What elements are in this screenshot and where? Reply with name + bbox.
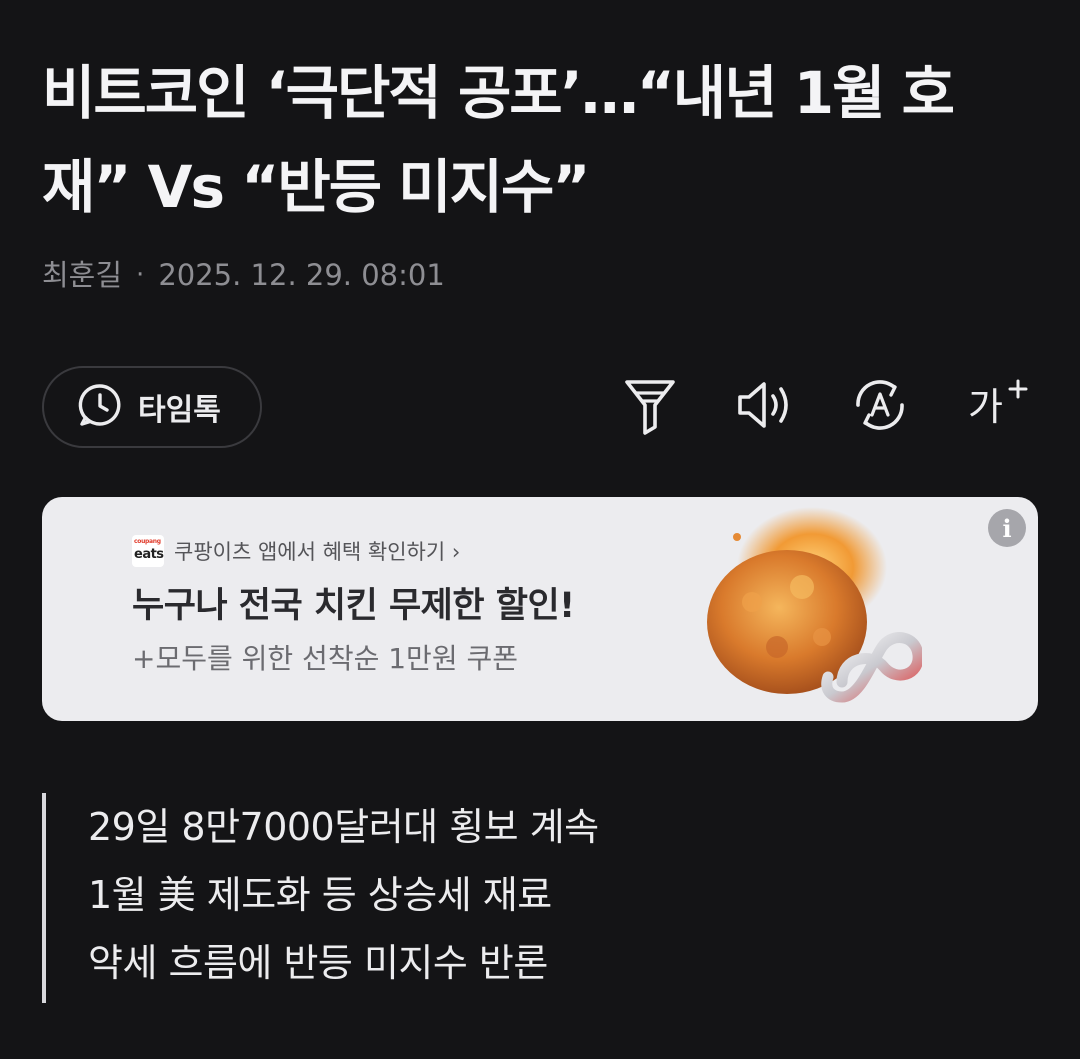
article-summary: 29일 8만7000달러대 횡보 계속 1월 美 제도화 등 상승세 재료 약세… [42,793,599,1003]
ad-title: 누구나 전국 치킨 무제한 할인! [132,586,575,626]
headline-line-2: 재” Vs “반등 미지수” [42,153,591,221]
translate-button[interactable] [845,372,915,442]
filter-icon [622,375,678,439]
listen-button[interactable] [730,372,800,442]
author-name[interactable]: 최훈길 [42,254,122,296]
publish-date: 2025. 12. 29. 08:01 [158,258,445,292]
font-size-label: 가 [968,385,1003,429]
summary-line: 약세 흐름에 반등 미지수 반론 [88,941,548,985]
article-toolbar: 가 [600,372,1040,442]
article-meta: 최훈길 · 2025. 12. 29. 08:01 [42,254,445,296]
font-size-button[interactable]: 가 [960,372,1030,442]
auto-translate-icon [850,375,910,439]
timetalk-button[interactable]: 타임톡 [42,366,262,448]
summary-line: 1월 美 제도화 등 상승세 재료 [88,873,552,917]
ad-brand-row: coupang eats 쿠팡이츠 앱에서 혜택 확인하기 › [132,535,460,567]
timetalk-label: 타임톡 [138,393,221,428]
headline-line-1: 비트코인 ‘극단적 공포’…“내년 1월 호 [42,59,955,127]
ad-brand-link[interactable]: 쿠팡이츠 앱에서 혜택 확인하기 › [174,536,460,566]
coupang-eats-logo: coupang eats [132,535,164,567]
filter-button[interactable] [615,372,685,442]
summary-line: 29일 8만7000달러대 횡보 계속 [88,805,599,849]
ad-info-icon[interactable]: i [988,509,1026,547]
ad-subtitle: +모두를 위한 선착순 1만원 쿠폰 [132,642,518,675]
meta-separator: · [136,260,145,290]
font-size-plus-icon: 가 [962,377,1028,437]
clock-chat-icon [76,381,124,433]
ad-banner[interactable]: coupang eats 쿠팡이츠 앱에서 혜택 확인하기 › 누구나 전국 치… [42,497,1038,721]
speaker-icon [734,377,796,437]
article-headline: 비트코인 ‘극단적 공포’…“내년 1월 호 재” Vs “반등 미지수” [42,46,1042,234]
fried-chicken-image [707,507,922,703]
